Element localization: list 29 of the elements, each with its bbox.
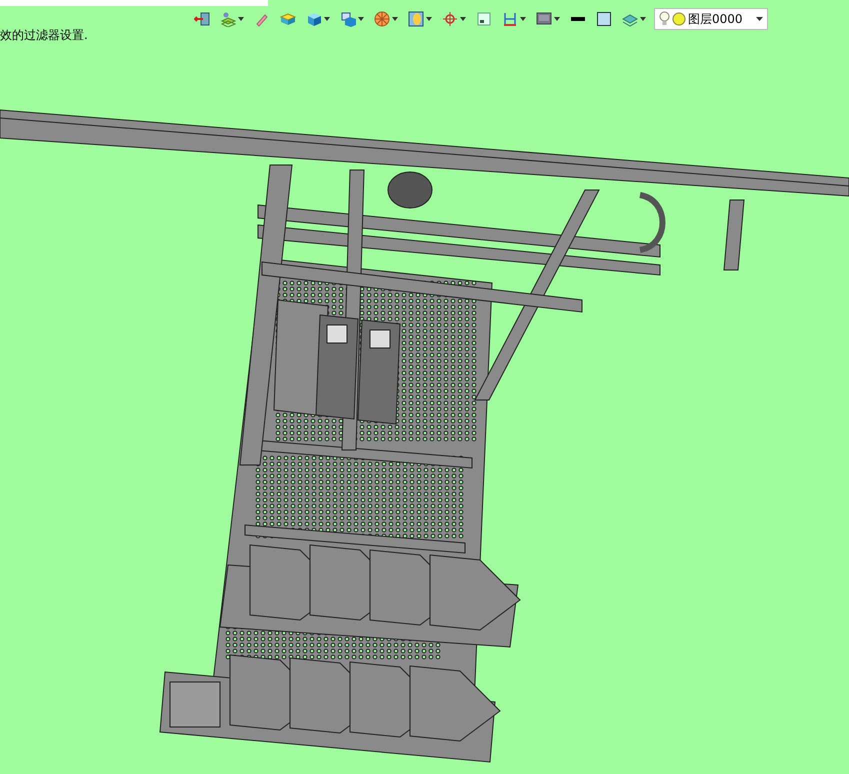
caret-icon — [426, 17, 432, 21]
caret-icon — [520, 17, 526, 21]
target-icon — [442, 11, 458, 27]
caret-icon — [640, 17, 646, 21]
caret-icon — [238, 17, 244, 21]
layers-icon — [220, 11, 236, 27]
cube-icon — [306, 11, 322, 27]
layer-dropdown[interactable]: 图层0000 — [654, 8, 768, 30]
monitor-icon — [536, 11, 552, 27]
window-icon — [476, 11, 492, 27]
toolbar-button[interactable] — [406, 9, 434, 29]
toolbar-button[interactable] — [594, 9, 614, 29]
caret-icon — [358, 17, 364, 21]
box-icon — [280, 11, 296, 27]
dimension-icon — [502, 11, 518, 27]
frame-icon — [408, 11, 424, 27]
circle-icon — [672, 12, 686, 26]
display-icon — [340, 11, 356, 27]
status-message: 效的过滤器设置. — [0, 27, 88, 44]
caret-icon — [460, 17, 466, 21]
layer-name: 图层0000 — [688, 11, 744, 28]
polygon-icon — [374, 11, 390, 27]
caret-icon — [392, 17, 398, 21]
fill-icon — [596, 11, 612, 27]
lightbulb-icon — [659, 11, 670, 27]
caret-icon — [756, 17, 763, 21]
caret-icon — [554, 17, 560, 21]
exit-icon — [194, 11, 210, 27]
caret-icon — [324, 17, 330, 21]
